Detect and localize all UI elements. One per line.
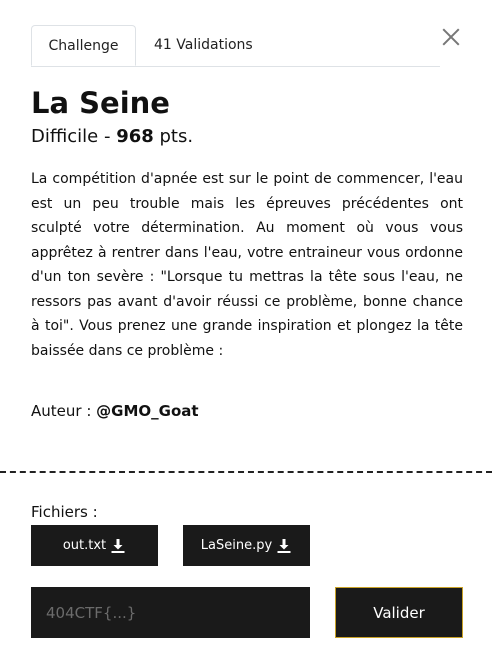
download-icon: [277, 538, 291, 553]
author-label: Auteur :: [31, 402, 97, 420]
author-line: Auteur : @GMO_Goat: [31, 400, 199, 422]
files-label: Fichiers :: [31, 503, 98, 521]
submit-button[interactable]: Valider: [335, 587, 463, 638]
tab-validations[interactable]: 41 Validations: [154, 25, 253, 66]
file-download-out-txt[interactable]: out.txt: [31, 525, 158, 566]
challenge-title: La Seine: [31, 86, 170, 120]
tab-challenge[interactable]: Challenge: [31, 25, 136, 66]
flag-input[interactable]: [31, 587, 310, 638]
challenge-description: La compétition d'apnée est sur le point …: [31, 171, 463, 359]
tab-bar: Challenge 41 Validations: [31, 25, 440, 67]
file-download-laseine-py[interactable]: LaSeine.py: [183, 525, 310, 566]
file-name: out.txt: [62, 538, 107, 553]
meta-separator: -: [98, 126, 117, 147]
download-icon: [111, 538, 125, 553]
file-name: LaSeine.py: [200, 538, 273, 553]
author-name: @GMO_Goat: [96, 402, 199, 420]
difficulty: Difficile: [31, 126, 99, 147]
close-icon[interactable]: [440, 26, 462, 48]
points-unit: pts.: [153, 126, 194, 147]
challenge-meta: Difficile - 968 pts.: [31, 125, 193, 149]
divider: [0, 471, 492, 473]
points-value: 968: [116, 126, 154, 147]
